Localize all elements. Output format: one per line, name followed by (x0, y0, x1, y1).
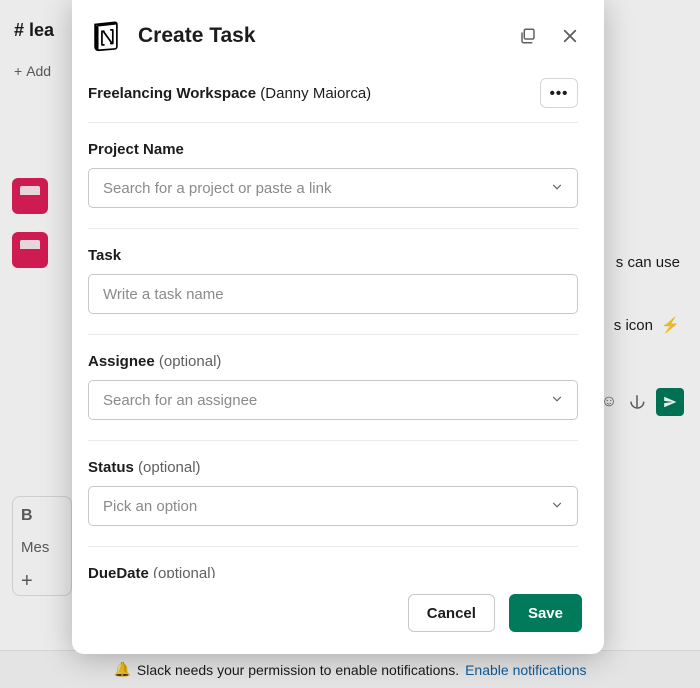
task-label: Task (88, 247, 578, 264)
close-icon[interactable] (558, 24, 582, 48)
assignee-field: Assignee (optional) (88, 334, 578, 440)
workspace-row: Freelancing Workspace (Danny Maiorca) ••… (88, 68, 578, 122)
modal-backdrop: Create Task Freelan (0, 0, 700, 688)
task-input[interactable] (88, 274, 578, 314)
modal-body: Freelancing Workspace (Danny Maiorca) ••… (72, 68, 600, 578)
assignee-input[interactable] (88, 380, 578, 420)
project-name-field: Project Name (88, 122, 578, 228)
project-name-label: Project Name (88, 141, 578, 158)
save-button[interactable]: Save (509, 594, 582, 632)
project-name-input[interactable] (88, 168, 578, 208)
modal-title: Create Task (138, 24, 502, 48)
cancel-button[interactable]: Cancel (408, 594, 495, 632)
duedate-label: DueDate (optional) (88, 565, 578, 578)
notion-icon (88, 18, 124, 54)
assignee-label: Assignee (optional) (88, 353, 578, 370)
duedate-field: DueDate (optional) (88, 546, 578, 578)
status-label: Status (optional) (88, 459, 578, 476)
workspace-label: Freelancing Workspace (Danny Maiorca) (88, 85, 371, 102)
expand-icon[interactable] (516, 24, 540, 48)
more-button[interactable]: ••• (540, 78, 578, 108)
status-field: Status (optional) (88, 440, 578, 546)
modal-footer: Cancel Save (72, 578, 604, 654)
task-field: Task (88, 228, 578, 334)
create-task-modal: Create Task Freelan (72, 0, 604, 654)
status-input[interactable] (88, 486, 578, 526)
modal-header: Create Task (72, 0, 604, 68)
